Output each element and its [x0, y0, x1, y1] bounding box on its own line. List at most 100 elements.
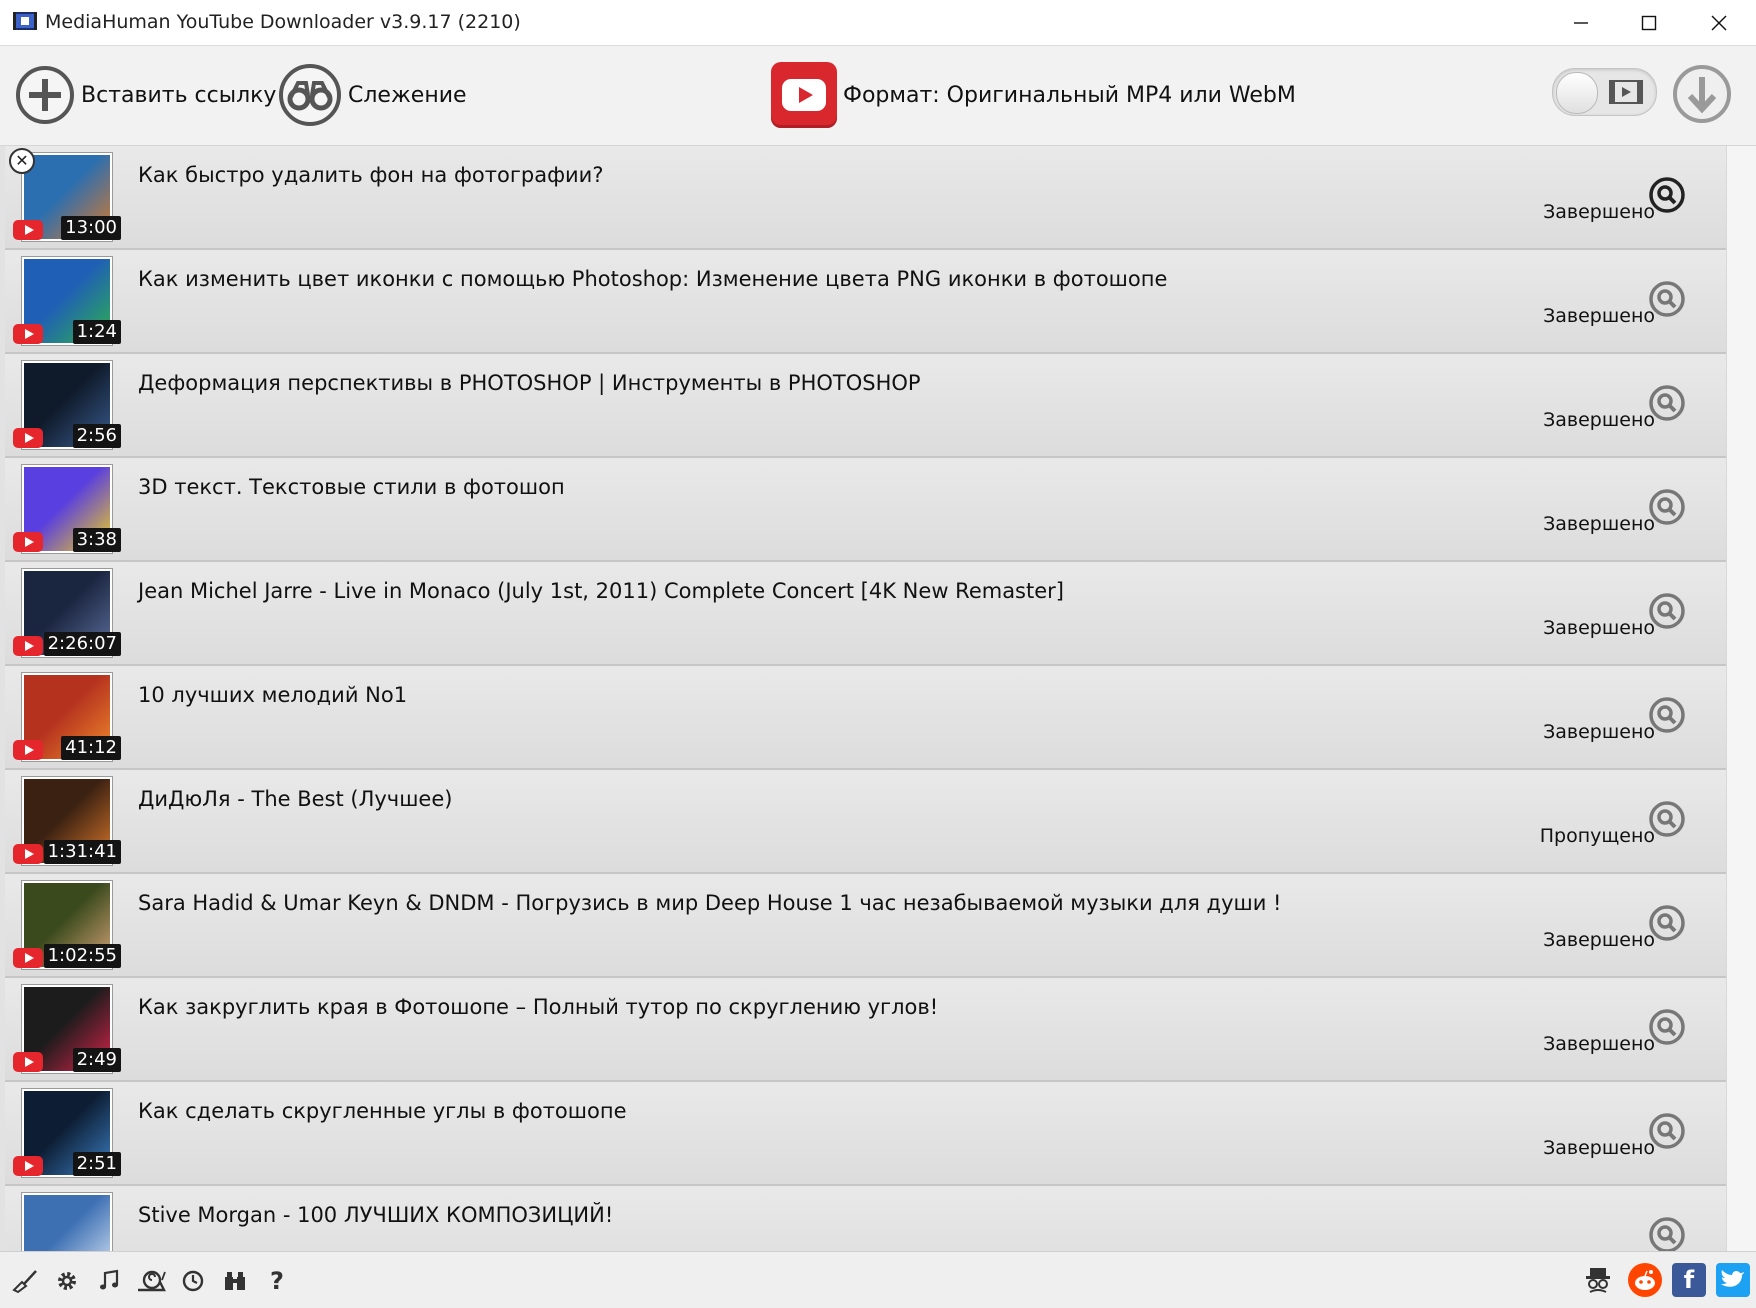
- download-status: Завершено: [1543, 721, 1655, 743]
- help-icon[interactable]: ?: [264, 1267, 290, 1295]
- list-item[interactable]: 2:26:07 Jean Michel Jarre - Live in Monac…: [5, 562, 1726, 666]
- youtube-format-icon: [771, 62, 837, 128]
- show-file-icon[interactable]: [1648, 176, 1686, 214]
- video-title: Как закруглить края в Фотошопе – Полный …: [138, 995, 939, 1019]
- show-file-icon[interactable]: [1648, 488, 1686, 526]
- youtube-icon: [13, 428, 43, 448]
- bottom-bar: ? f: [0, 1251, 1756, 1308]
- youtube-icon: [13, 1052, 43, 1072]
- format-label: Формат: Оригинальный MP4 или WebM: [843, 82, 1296, 108]
- thumbnail-image: [24, 1195, 110, 1251]
- download-status: Завершено: [1543, 305, 1655, 327]
- youtube-icon: [13, 532, 43, 552]
- show-file-icon[interactable]: [1648, 800, 1686, 838]
- close-icon: [1711, 15, 1727, 30]
- list-item[interactable]: 1:02:55 Sara Hadid & Umar Keyn & DNDM - П…: [5, 874, 1726, 978]
- spy-icon[interactable]: [1582, 1264, 1614, 1296]
- binoculars-icon[interactable]: [222, 1268, 248, 1294]
- list-item[interactable]: Stive Morgan - 100 ЛУЧШИХ КОМПОЗИЦИЙ!: [5, 1186, 1726, 1251]
- video-title: Sara Hadid & Umar Keyn & DNDM - Погрузис…: [138, 891, 1282, 915]
- broom-icon[interactable]: [12, 1268, 38, 1294]
- youtube-icon: [13, 324, 43, 344]
- video-title: 3D текст. Текстовые стили в фотошоп: [138, 475, 565, 499]
- title-bar: MediaHuman YouTube Downloader v3.9.17 (2…: [0, 0, 1756, 46]
- video-duration: 2:56: [72, 424, 121, 448]
- video-title: Деформация перспективы в PHOTOSHOP | Инс…: [138, 371, 921, 395]
- video-title: Jean Michel Jarre - Live in Monaco (July…: [138, 579, 1064, 603]
- toolbar: Вставить ссылку Слежение Формат: Оригина…: [0, 46, 1756, 146]
- video-duration: 3:38: [72, 528, 121, 552]
- download-all-button[interactable]: [1672, 64, 1732, 124]
- video-title: Как быстро удалить фон на фотографии?: [138, 163, 604, 187]
- video-thumbnail: [21, 1192, 113, 1251]
- download-status: Пропущено: [1539, 825, 1655, 847]
- video-duration: 41:12: [61, 736, 121, 760]
- video-duration: 13:00: [61, 216, 121, 240]
- list-item[interactable]: 2:49 Как закруглить края в Фотошопе – Пол…: [5, 978, 1726, 1082]
- music-note-icon[interactable]: [96, 1268, 122, 1294]
- download-list: 13:00 Как быстро удалить фон на фотографи…: [0, 146, 1726, 1251]
- video-duration: 2:26:07: [43, 632, 121, 656]
- video-duration: 2:49: [72, 1048, 121, 1072]
- show-file-icon[interactable]: [1648, 280, 1686, 318]
- video-duration: 1:24: [72, 320, 121, 344]
- video-duration: 1:31:41: [43, 840, 121, 864]
- paste-link-label: Вставить ссылку: [81, 82, 277, 108]
- list-item[interactable]: 2:56 Деформация перспективы в PHOTOSHOP |…: [5, 354, 1726, 458]
- show-file-icon[interactable]: [1648, 904, 1686, 942]
- youtube-icon: [13, 220, 43, 240]
- video-title: ДиДюЛя - The Best (Лучшее): [138, 787, 453, 811]
- video-title: Как сделать скругленные углы в фотошопе: [138, 1099, 627, 1123]
- download-status: Завершено: [1543, 1033, 1655, 1055]
- youtube-icon: [13, 948, 43, 968]
- close-button[interactable]: [1684, 0, 1754, 45]
- youtube-icon: [13, 740, 43, 760]
- paste-link-button[interactable]: Вставить ссылку: [15, 62, 276, 128]
- video-title: Stive Morgan - 100 ЛУЧШИХ КОМПОЗИЦИЙ!: [138, 1203, 614, 1227]
- facebook-icon[interactable]: f: [1672, 1263, 1706, 1297]
- show-file-icon[interactable]: [1648, 1008, 1686, 1046]
- list-scrollbar[interactable]: [1726, 146, 1756, 1251]
- download-status: Завершено: [1543, 1137, 1655, 1159]
- youtube-icon: [13, 636, 43, 656]
- clock-icon[interactable]: [180, 1268, 206, 1294]
- twitter-icon[interactable]: [1716, 1263, 1750, 1297]
- download-status: Завершено: [1543, 617, 1655, 639]
- window-title: MediaHuman YouTube Downloader v3.9.17 (2…: [45, 11, 521, 33]
- snail-icon[interactable]: [136, 1268, 168, 1294]
- download-status: Завершено: [1543, 929, 1655, 951]
- maximize-button[interactable]: [1614, 0, 1684, 45]
- minimize-button[interactable]: [1546, 0, 1616, 45]
- youtube-icon: [13, 844, 43, 864]
- download-status: Завершено: [1543, 409, 1655, 431]
- video-duration: 1:02:55: [43, 944, 121, 968]
- tracking-button[interactable]: Слежение: [278, 62, 467, 128]
- film-icon: [1609, 80, 1643, 104]
- list-item[interactable]: 2:51 Как сделать скругленные углы в фотош…: [5, 1082, 1726, 1186]
- youtube-icon: [13, 1156, 43, 1176]
- format-selector[interactable]: Формат: Оригинальный MP4 или WebM: [771, 62, 1296, 128]
- list-item[interactable]: 1:31:41 ДиДюЛя - The Best (Лучшее) Пропуще…: [5, 770, 1726, 874]
- tracking-label: Слежение: [348, 82, 467, 108]
- show-file-icon[interactable]: [1648, 1112, 1686, 1150]
- show-file-icon[interactable]: [1648, 1216, 1686, 1251]
- video-title: Как изменить цвет иконки с помощью Photo…: [138, 267, 1168, 291]
- toggle-knob: [1556, 72, 1598, 114]
- reddit-icon[interactable]: [1628, 1263, 1662, 1297]
- plus-circle-icon: [16, 66, 74, 124]
- show-file-icon[interactable]: [1648, 592, 1686, 630]
- minimize-icon: [1574, 21, 1588, 24]
- show-file-icon[interactable]: [1648, 696, 1686, 734]
- show-file-icon[interactable]: [1648, 384, 1686, 422]
- remove-item-button[interactable]: ✕: [9, 148, 35, 174]
- list-item[interactable]: 1:24 Как изменить цвет иконки с помощью P…: [5, 250, 1726, 354]
- download-status: Завершено: [1543, 201, 1655, 223]
- gear-icon[interactable]: [54, 1268, 80, 1294]
- video-duration: 2:51: [72, 1152, 121, 1176]
- list-item[interactable]: 13:00 Как быстро удалить фон на фотографи…: [5, 146, 1726, 250]
- app-icon: [13, 12, 37, 30]
- list-item[interactable]: 3:38 3D текст. Текстовые стили в фотошоп З…: [5, 458, 1726, 562]
- binoculars-icon: [279, 64, 341, 126]
- video-mode-toggle[interactable]: [1552, 68, 1657, 116]
- list-item[interactable]: 41:12 10 лучших мелодий No1 Завершено: [5, 666, 1726, 770]
